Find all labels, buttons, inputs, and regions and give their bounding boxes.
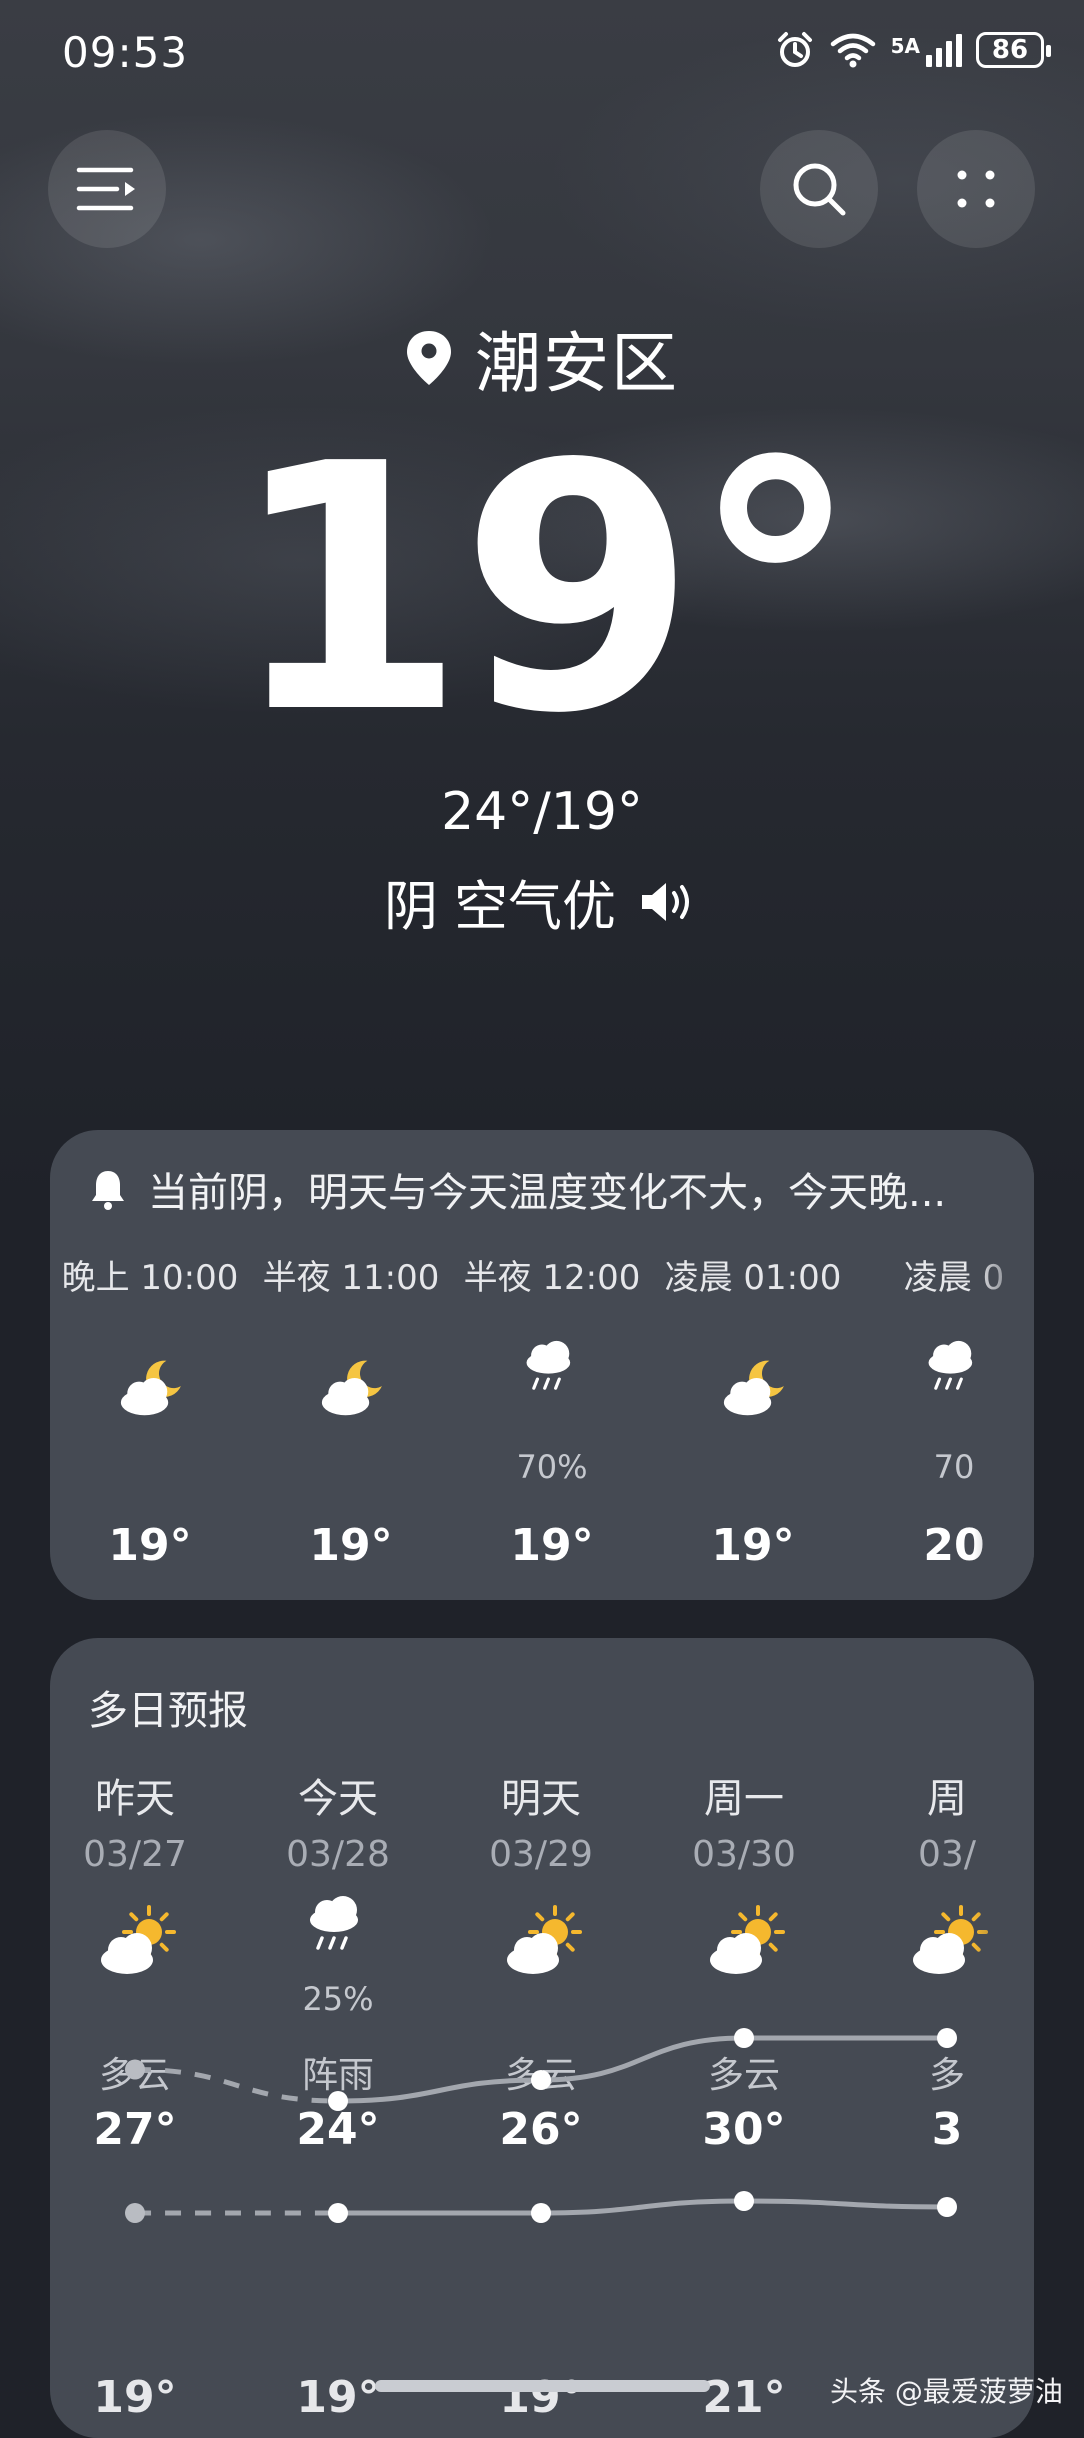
hour-icon [512, 1330, 592, 1410]
hour-temp: 19° [108, 1520, 192, 1571]
battery-indicator: 86 [976, 32, 1051, 68]
network-type: 5A [890, 33, 920, 58]
menu-button[interactable] [48, 130, 166, 248]
hour-icon [110, 1348, 190, 1428]
high-trend-line [540, 2035, 745, 2083]
temp-high-low: 24°/19° [441, 782, 643, 842]
hour-temp: 19° [309, 1520, 393, 1571]
high-trend-line [337, 2077, 542, 2104]
search-button[interactable] [760, 130, 878, 248]
alert-text: 当前阴，明天与今天温度变化不大，今天晚... [148, 1170, 947, 1216]
status-bar: 09:53 5A 86 [0, 0, 1084, 110]
low-point [734, 2191, 754, 2211]
scroll-fade [974, 1130, 1034, 1600]
hour-item[interactable]: 半夜 12:00 70% 19° [452, 1250, 652, 1590]
current-condition: 阴 [384, 875, 438, 938]
wifi-icon [830, 33, 875, 68]
high-point [937, 2028, 957, 2048]
hour-label: 晚上 10:00 [61, 1258, 239, 1298]
hour-icon [713, 1348, 793, 1428]
hour-precip: 70% [516, 1448, 588, 1486]
hour-item[interactable]: 晚上 10:00 19° [50, 1250, 250, 1590]
hourly-forecast-card[interactable]: 当前阴，明天与今天温度变化不大，今天晚... 晚上 10:00 19° 半夜 11:… [50, 1130, 1034, 1600]
temperature-trend-chart [125, 2028, 957, 2223]
weather-alert[interactable]: 当前阴，明天与今天温度变化不大，今天晚... [90, 1160, 1004, 1218]
hour-label: 半夜 12:00 [463, 1258, 641, 1298]
hour-item[interactable]: 半夜 11:00 19° [251, 1250, 451, 1590]
dots-grid-icon [957, 170, 995, 208]
status-time: 09:53 [62, 28, 189, 77]
moon-cloud-icon [723, 1360, 784, 1416]
home-indicator[interactable] [375, 2380, 710, 2392]
bell-icon [92, 1171, 124, 1210]
low-trend-line [743, 2198, 948, 2210]
moon-cloud-icon [120, 1360, 181, 1416]
more-button[interactable] [917, 130, 1035, 248]
hour-label: 半夜 11:00 [262, 1258, 440, 1298]
high-point [734, 2028, 754, 2048]
status-icons: 5A 86 [775, 30, 1051, 70]
low-point [937, 2197, 957, 2217]
search-icon [793, 163, 846, 216]
hour-label: 凌晨 01:00 [664, 1258, 842, 1298]
speaker-icon[interactable] [638, 878, 700, 926]
high-point [531, 2070, 551, 2090]
hourly-list[interactable]: 晚上 10:00 19° 半夜 11:00 19° 半夜 12:00 70% 19° 凌晨 0… [50, 1250, 1034, 1590]
high-point [328, 2091, 348, 2111]
watermark: 头条 @最爱菠萝油 [830, 2375, 1063, 2408]
hour-temp: 19° [711, 1520, 795, 1571]
low-point [531, 2203, 551, 2223]
hour-temp: 19° [510, 1520, 594, 1571]
condition-row: 阴 空气优 [0, 862, 1084, 941]
hour-item[interactable]: 凌晨 01:00 19° [653, 1250, 853, 1590]
current-temperature: 19° [229, 392, 860, 788]
low-trend-line [540, 2198, 745, 2216]
location-pin-icon [407, 331, 451, 385]
rain-cloud-icon [526, 1340, 571, 1390]
hour-icon [311, 1348, 391, 1428]
air-quality[interactable]: 空气优 [454, 862, 616, 941]
city-list-icon [76, 167, 135, 211]
low-point [125, 2203, 145, 2223]
high-trend-line [134, 2067, 339, 2104]
alarm-icon [777, 32, 812, 67]
moon-cloud-icon [321, 1360, 382, 1416]
daily-forecast-card[interactable]: 多日预报 昨天03/27多云27°19°今天03/2825%阵雨24°19°明天… [50, 1638, 1034, 2438]
high-point [125, 2059, 145, 2080]
scroll-fade [974, 1638, 1034, 2438]
low-point [328, 2203, 348, 2223]
cellular-signal-icon: 5A [890, 33, 962, 67]
